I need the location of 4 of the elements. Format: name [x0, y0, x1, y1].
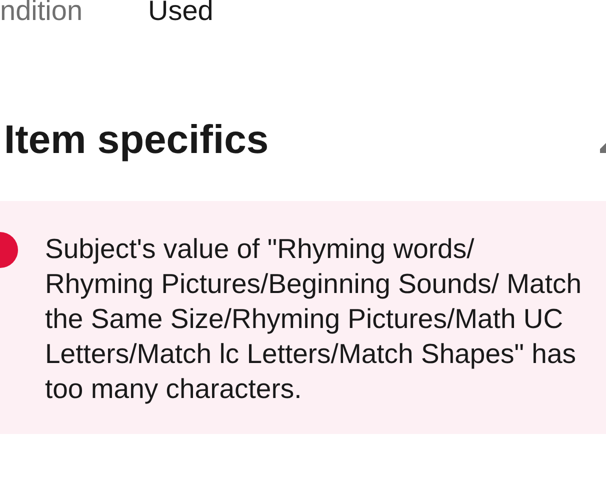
condition-value: Used [148, 0, 214, 28]
section-title: Item specifics [4, 117, 269, 164]
alert-message: Subject's value of "Rhyming words/ Rhyming Pictures/Beginning Sounds/ Match the Same Size/Rhyming Pictures/Math UC Letters/Match lc Letters/Match Shapes" has too many characters. [45, 232, 583, 406]
condition-label: ndition [0, 0, 84, 28]
